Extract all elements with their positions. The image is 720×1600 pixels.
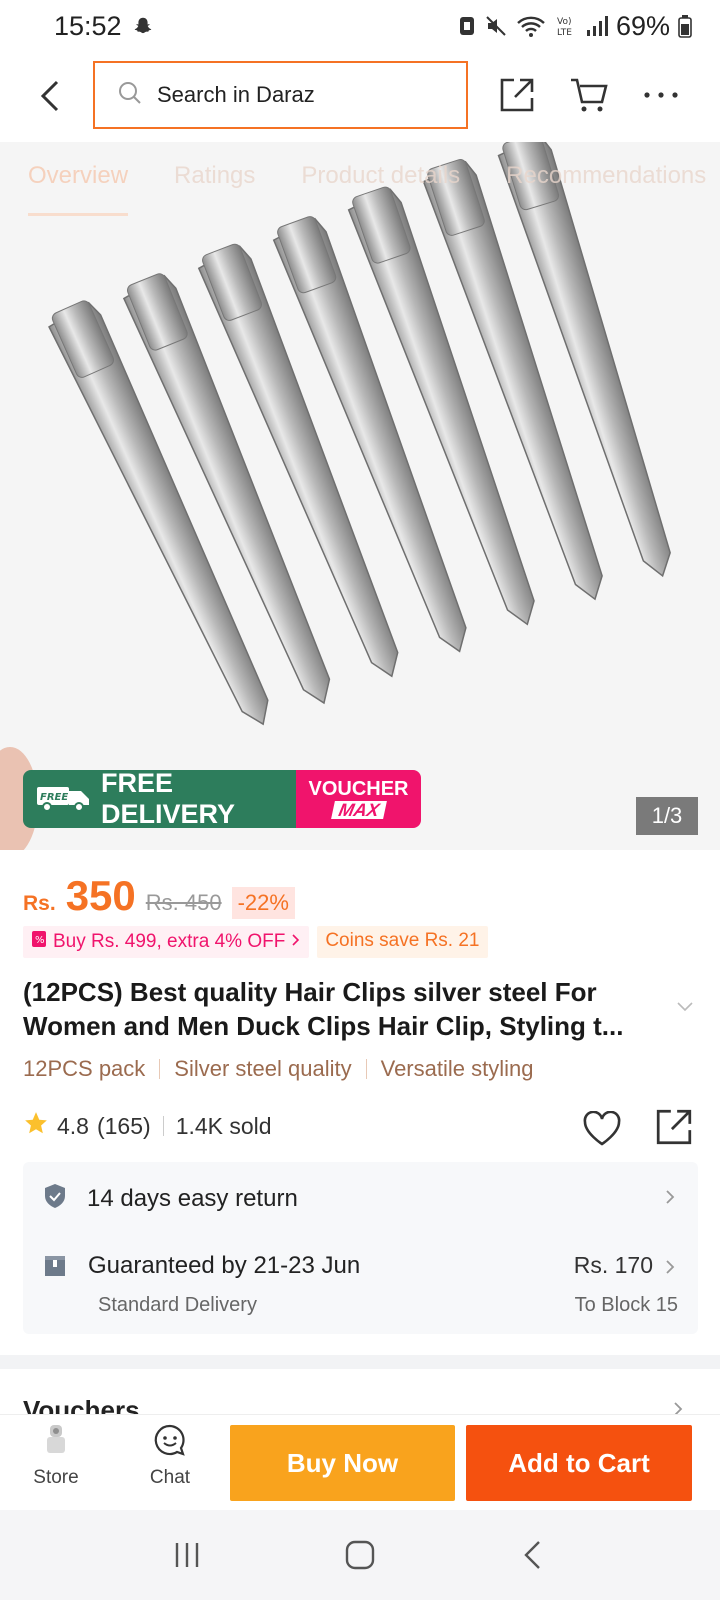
- more-button[interactable]: [638, 72, 684, 118]
- system-nav-bar: [0, 1510, 720, 1600]
- chat-label: Chat: [149, 1467, 191, 1488]
- status-time: 15:52: [54, 10, 122, 41]
- share-product-button[interactable]: [652, 1105, 696, 1149]
- rating-count: (165): [96, 1112, 151, 1139]
- share-button[interactable]: [494, 72, 540, 118]
- delivery-destination: To Block 15: [574, 1294, 678, 1316]
- delivery-fee: Rs. 170: [573, 1252, 653, 1278]
- chevron-right-icon: [664, 1185, 676, 1213]
- delivery-guarantee: Guaranteed by 21-23 Jun: [88, 1252, 361, 1279]
- tab-overview[interactable]: Overview: [28, 162, 129, 216]
- delivery-method: Standard Delivery: [98, 1294, 257, 1316]
- tab-recommendations[interactable]: Recommendations: [506, 162, 706, 222]
- chevron-right-icon: [291, 931, 301, 953]
- home-icon: [345, 1540, 375, 1570]
- buy-now-button[interactable]: Buy Now: [230, 1425, 455, 1501]
- tab-ratings[interactable]: Ratings: [174, 162, 255, 222]
- chevron-right-icon: [664, 1258, 676, 1281]
- feature-tag: Silver steel quality: [174, 1056, 352, 1081]
- free-delivery-voucher-banner: FREE FREE DELIVERY VOUCHER MAX: [23, 770, 421, 828]
- feature-tag: 12PCS pack: [23, 1056, 146, 1081]
- coupon-icon: %: [31, 930, 47, 954]
- home-button[interactable]: [330, 1525, 390, 1585]
- chevron-down-icon[interactable]: [676, 1000, 694, 1018]
- back-icon: [524, 1541, 541, 1569]
- search-placeholder: Search in Daraz: [157, 82, 315, 107]
- more-dots-icon: [644, 92, 678, 98]
- rating-divider: [162, 1116, 164, 1136]
- delivery-truck-icon: FREE: [35, 779, 93, 820]
- section-tabs: Overview Ratings Product details Recomme…: [0, 162, 720, 222]
- discount-badge: -22%: [231, 887, 295, 919]
- store-button[interactable]: Store: [26, 1423, 86, 1503]
- recent-apps-button[interactable]: [157, 1525, 217, 1585]
- star-icon: [23, 1110, 49, 1142]
- wishlist-button[interactable]: [580, 1107, 624, 1151]
- delivery-row[interactable]: Guaranteed by 21-23 Jun Standard Deliver…: [23, 1242, 698, 1332]
- sold-count: 1.4K sold: [175, 1112, 272, 1139]
- wifi-icon: [516, 14, 546, 38]
- chevron-left-icon: [40, 80, 59, 112]
- volte-icon: Vo) LTE: [554, 14, 578, 38]
- voucher-label: VOUCHER: [308, 778, 409, 800]
- return-policy-text: 14 days easy return: [87, 1185, 298, 1212]
- product-image-carousel[interactable]: Overview Ratings Product details Recomme…: [0, 142, 720, 850]
- promo-chips: % Buy Rs. 499, extra 4% OFF Coins save R…: [23, 926, 488, 958]
- feature-tags: 12PCS pack Silver steel quality Versatil…: [23, 1056, 533, 1082]
- top-header: Search in Daraz: [0, 52, 720, 142]
- section-divider: [0, 1355, 720, 1369]
- feature-divider: [159, 1059, 161, 1079]
- svg-text:Vo): Vo): [557, 17, 571, 27]
- battery-icon: [678, 14, 692, 38]
- free-delivery-label: FREE DELIVERY: [101, 770, 236, 828]
- coins-chip[interactable]: Coins save Rs. 21: [317, 926, 488, 958]
- bottom-action-bar: Store Chat Buy Now Add to Cart: [0, 1414, 720, 1510]
- signal-icon: [586, 15, 608, 37]
- chat-icon: [153, 1423, 187, 1463]
- svg-text:%: %: [35, 935, 45, 946]
- product-title: (12PCS) Best quality Hair Clips silver s…: [23, 977, 624, 1041]
- svg-text:LTE: LTE: [557, 28, 572, 38]
- voucher-max-label: MAX: [330, 800, 387, 820]
- current-price: 350: [65, 872, 136, 919]
- heart-icon: [583, 1111, 621, 1146]
- price-currency: Rs.: [23, 892, 56, 915]
- tab-product-details[interactable]: Product details: [301, 162, 460, 222]
- chat-button[interactable]: Chat: [140, 1423, 200, 1503]
- share-icon: [500, 78, 534, 112]
- delivery-card: 14 days easy return Guaranteed by 21-23 …: [23, 1162, 698, 1334]
- price-row: Rs. 350 Rs. 450 -22%: [23, 872, 295, 922]
- package-icon: [43, 1254, 67, 1283]
- return-policy-row[interactable]: 14 days easy return: [23, 1162, 698, 1236]
- feature-tag: Versatile styling: [380, 1056, 534, 1081]
- mute-icon: [484, 14, 508, 38]
- image-page-indicator: 1/3: [636, 797, 698, 835]
- store-avatar-icon: [41, 1423, 71, 1463]
- battery-percent: 69%: [615, 10, 670, 41]
- system-back-button[interactable]: [503, 1525, 563, 1585]
- cart-button[interactable]: [566, 72, 612, 118]
- back-button[interactable]: [30, 74, 70, 118]
- rating-row[interactable]: 4.8 (165) 1.4K sold: [23, 1110, 272, 1142]
- product-photo: [0, 142, 671, 850]
- store-label: Store: [33, 1467, 79, 1488]
- shield-check-icon: [43, 1183, 67, 1216]
- bundle-promo-text: Buy Rs. 499, extra 4% OFF: [53, 931, 286, 952]
- original-price: Rs. 450: [145, 890, 222, 915]
- add-to-cart-button[interactable]: Add to Cart: [466, 1425, 692, 1501]
- feature-divider: [365, 1059, 367, 1079]
- recent-apps-icon: [175, 1543, 198, 1567]
- rating-score: 4.8: [57, 1112, 89, 1139]
- search-icon: [117, 80, 143, 111]
- snapchat-icon: [132, 15, 154, 37]
- free-tag: FREE: [40, 792, 68, 803]
- bundle-promo-chip[interactable]: % Buy Rs. 499, extra 4% OFF: [23, 926, 310, 958]
- status-bar: 15:52 Vo) LTE 69%: [0, 0, 720, 52]
- nfc-icon: [458, 14, 476, 38]
- search-input[interactable]: Search in Daraz: [93, 61, 468, 129]
- cart-icon: [571, 78, 608, 112]
- share-icon: [656, 1109, 692, 1145]
